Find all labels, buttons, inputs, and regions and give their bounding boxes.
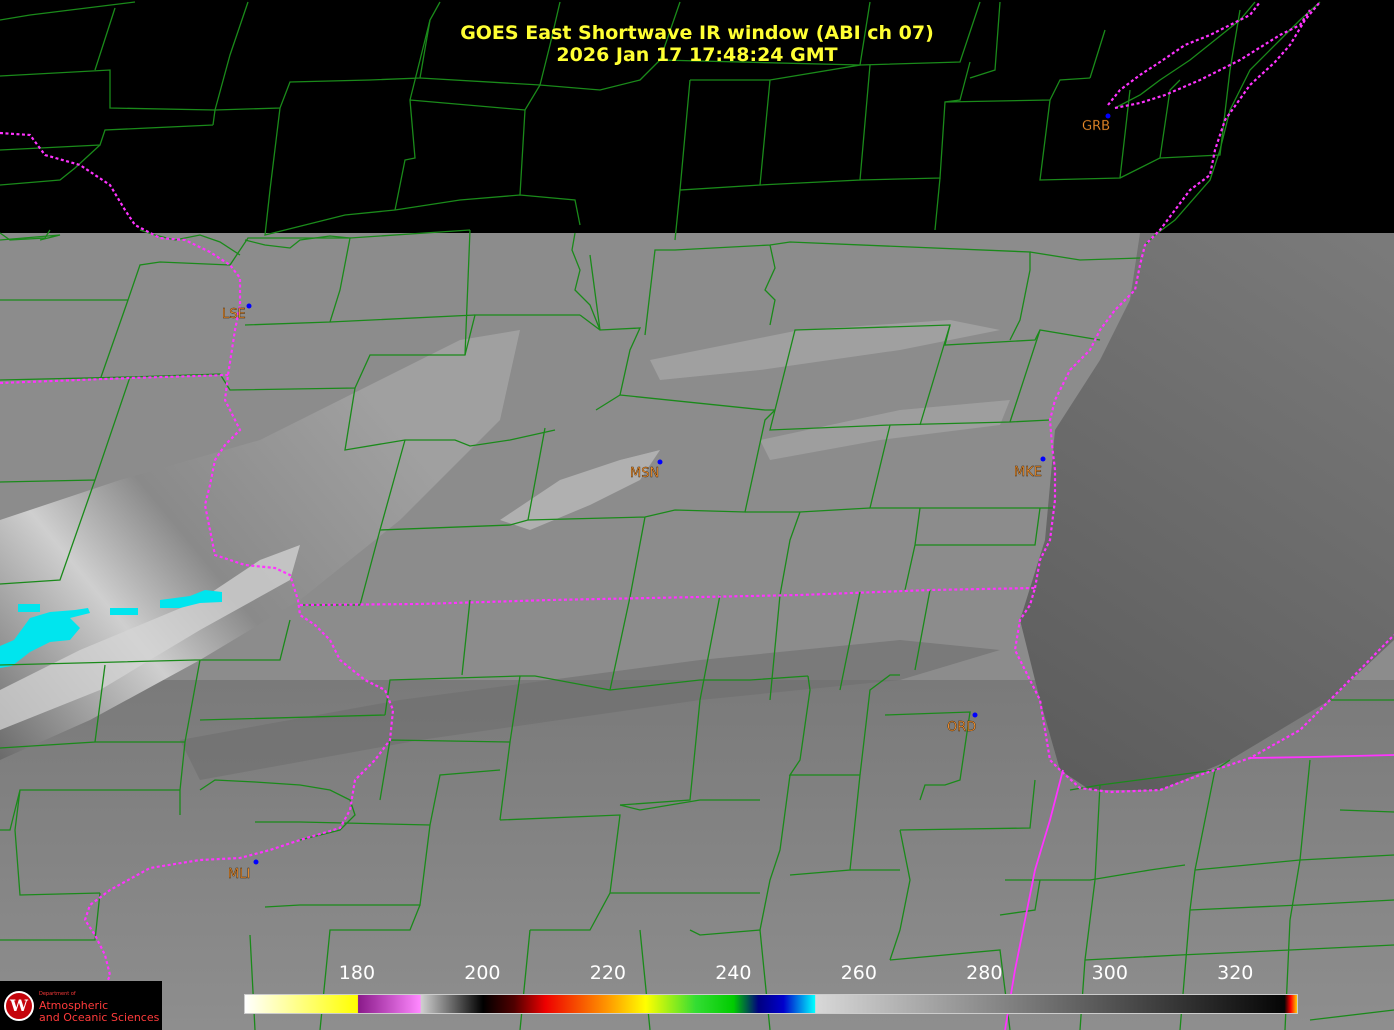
site-marker-grb[interactable] — [1105, 113, 1111, 119]
site-marker-mke[interactable] — [1040, 456, 1046, 462]
site-marker-ord[interactable] — [972, 712, 978, 718]
uw-seal-icon: W — [4, 990, 34, 1021]
colorbar-tick: 300 — [1091, 962, 1128, 984]
site-marker-mli[interactable] — [253, 859, 259, 865]
site-marker-lse[interactable] — [246, 303, 252, 309]
logo-text: Department of Atmospheric and Oceanic Sc… — [39, 988, 159, 1024]
image-title: GOES East Shortwave IR window (ABI ch 07… — [460, 22, 934, 44]
colorbar-tick: 220 — [589, 962, 627, 984]
colorbar-tick: 320 — [1217, 962, 1254, 984]
site-label-mli: MLI — [228, 867, 250, 882]
colorbar-tick: 240 — [715, 962, 752, 984]
site-label-mke: MKE — [1014, 465, 1042, 480]
satellite-map: GRB LSE MSN MKE ORD MLI — [0, 1, 1394, 1030]
logo-name-line1: Atmospheric — [39, 998, 109, 1012]
site-label-msn: MSN — [630, 466, 659, 481]
colorbar-tick: 260 — [840, 962, 877, 984]
colorbar-tick: 280 — [966, 962, 1003, 984]
logo-dept: Department of — [39, 990, 76, 997]
colorbar-tick: 200 — [464, 962, 501, 984]
site-label-grb: GRB — [1082, 119, 1110, 134]
temperature-colorbar — [244, 994, 1298, 1014]
aos-logo: W Department of Atmospheric and Oceanic … — [0, 981, 162, 1030]
logo-name-line2: and Oceanic Sciences — [39, 1010, 160, 1024]
site-marker-msn[interactable] — [657, 459, 663, 465]
colorbar-tick: 180 — [338, 962, 376, 984]
site-label-ord: ORD — [947, 720, 976, 735]
site-label-lse: LSE — [222, 307, 246, 322]
image-timestamp: 2026 Jan 17 17:48:24 GMT — [556, 44, 838, 66]
